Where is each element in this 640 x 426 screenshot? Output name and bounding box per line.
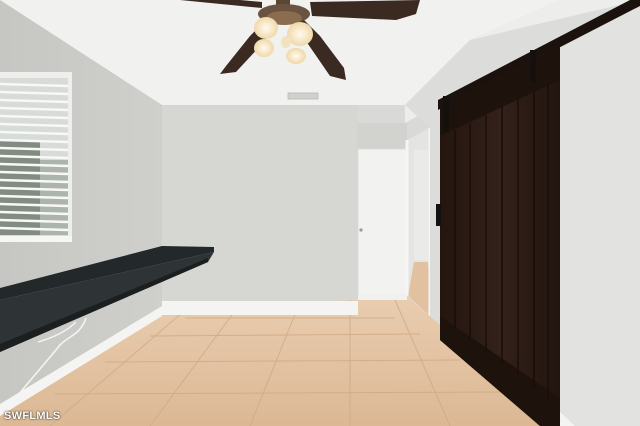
door-knob <box>359 228 363 232</box>
baseboard-back <box>162 301 358 315</box>
hallway-inner <box>414 150 428 260</box>
room-illustration <box>0 0 640 426</box>
baseboard-hall <box>358 294 407 300</box>
watermark: SWFLMLS <box>4 410 61 422</box>
interior-door <box>357 148 408 296</box>
room-photo: SWFLMLS <box>0 0 640 426</box>
back-wall <box>162 105 358 305</box>
ceiling-vent-icon <box>287 92 319 100</box>
window-sill <box>0 236 72 242</box>
right-wall-panel <box>560 0 640 426</box>
